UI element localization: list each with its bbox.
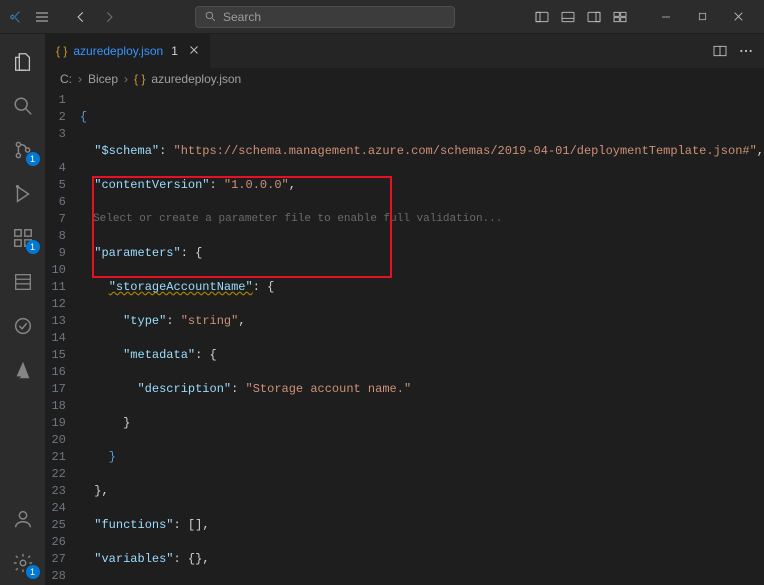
breadcrumb[interactable]: C: › Bicep › { } azuredeploy.json <box>46 68 764 90</box>
menu-icon[interactable] <box>34 9 50 25</box>
nav-back-icon[interactable] <box>74 10 88 24</box>
layout-sidebar-right-icon[interactable] <box>586 9 602 25</box>
window-maximize-icon[interactable] <box>684 3 720 31</box>
activity-search-icon[interactable] <box>0 84 46 128</box>
editor-tab-azuredeploy[interactable]: { } azuredeploy.json 1 <box>46 34 211 68</box>
activity-azure-icon[interactable] <box>0 348 46 392</box>
chevron-right-icon: › <box>124 72 128 86</box>
chevron-right-icon: › <box>78 72 82 86</box>
activity-arm-toolkit-icon[interactable] <box>0 260 46 304</box>
command-center-search[interactable]: Search <box>195 6 455 28</box>
activity-explorer-icon[interactable] <box>0 40 46 84</box>
tab-filename: azuredeploy.json <box>73 44 163 58</box>
activity-settings-icon[interactable]: 1 <box>0 541 46 585</box>
activity-scm-icon[interactable]: 1 <box>0 128 46 172</box>
search-placeholder: Search <box>223 10 261 24</box>
extensions-badge: 1 <box>26 240 40 254</box>
line-number-gutter: 1234567891011121314151617181920212223242… <box>46 90 80 585</box>
title-bar: Search <box>0 0 764 34</box>
nav-forward-icon[interactable] <box>102 10 116 24</box>
json-file-icon: { } <box>56 44 67 58</box>
customize-layout-icon[interactable] <box>612 9 628 25</box>
window-close-icon[interactable] <box>720 3 756 31</box>
activity-bar: 1 1 1 <box>0 34 46 585</box>
layout-sidebar-left-icon[interactable] <box>534 9 550 25</box>
breadcrumb-seg: azuredeploy.json <box>151 72 241 86</box>
layout-panel-icon[interactable] <box>560 9 576 25</box>
breadcrumb-seg: C: <box>60 72 72 86</box>
tab-close-icon[interactable] <box>188 44 200 59</box>
settings-badge: 1 <box>26 565 40 579</box>
editor-more-icon[interactable] <box>738 43 754 59</box>
activity-accounts-icon[interactable] <box>0 497 46 541</box>
code-body[interactable]: { "$schema": "https://schema.management.… <box>80 90 764 585</box>
tab-dirty-marker: 1 <box>171 44 178 58</box>
json-file-icon: { } <box>134 72 145 86</box>
scm-badge: 1 <box>26 152 40 166</box>
editor-area: { } azuredeploy.json 1 C: › Bicep › { } … <box>46 34 764 585</box>
breadcrumb-seg: Bicep <box>88 72 118 86</box>
activity-test-icon[interactable] <box>0 304 46 348</box>
editor-tabs: { } azuredeploy.json 1 <box>46 34 764 68</box>
codelens-hint[interactable]: Select or create a parameter file to ena… <box>93 213 502 225</box>
editor-split-icon[interactable] <box>712 43 728 59</box>
vscode-logo-icon <box>8 9 24 25</box>
activity-run-debug-icon[interactable] <box>0 172 46 216</box>
activity-extensions-icon[interactable]: 1 <box>0 216 46 260</box>
window-minimize-icon[interactable] <box>648 3 684 31</box>
search-icon <box>204 10 217 23</box>
code-editor[interactable]: 1234567891011121314151617181920212223242… <box>46 90 764 585</box>
